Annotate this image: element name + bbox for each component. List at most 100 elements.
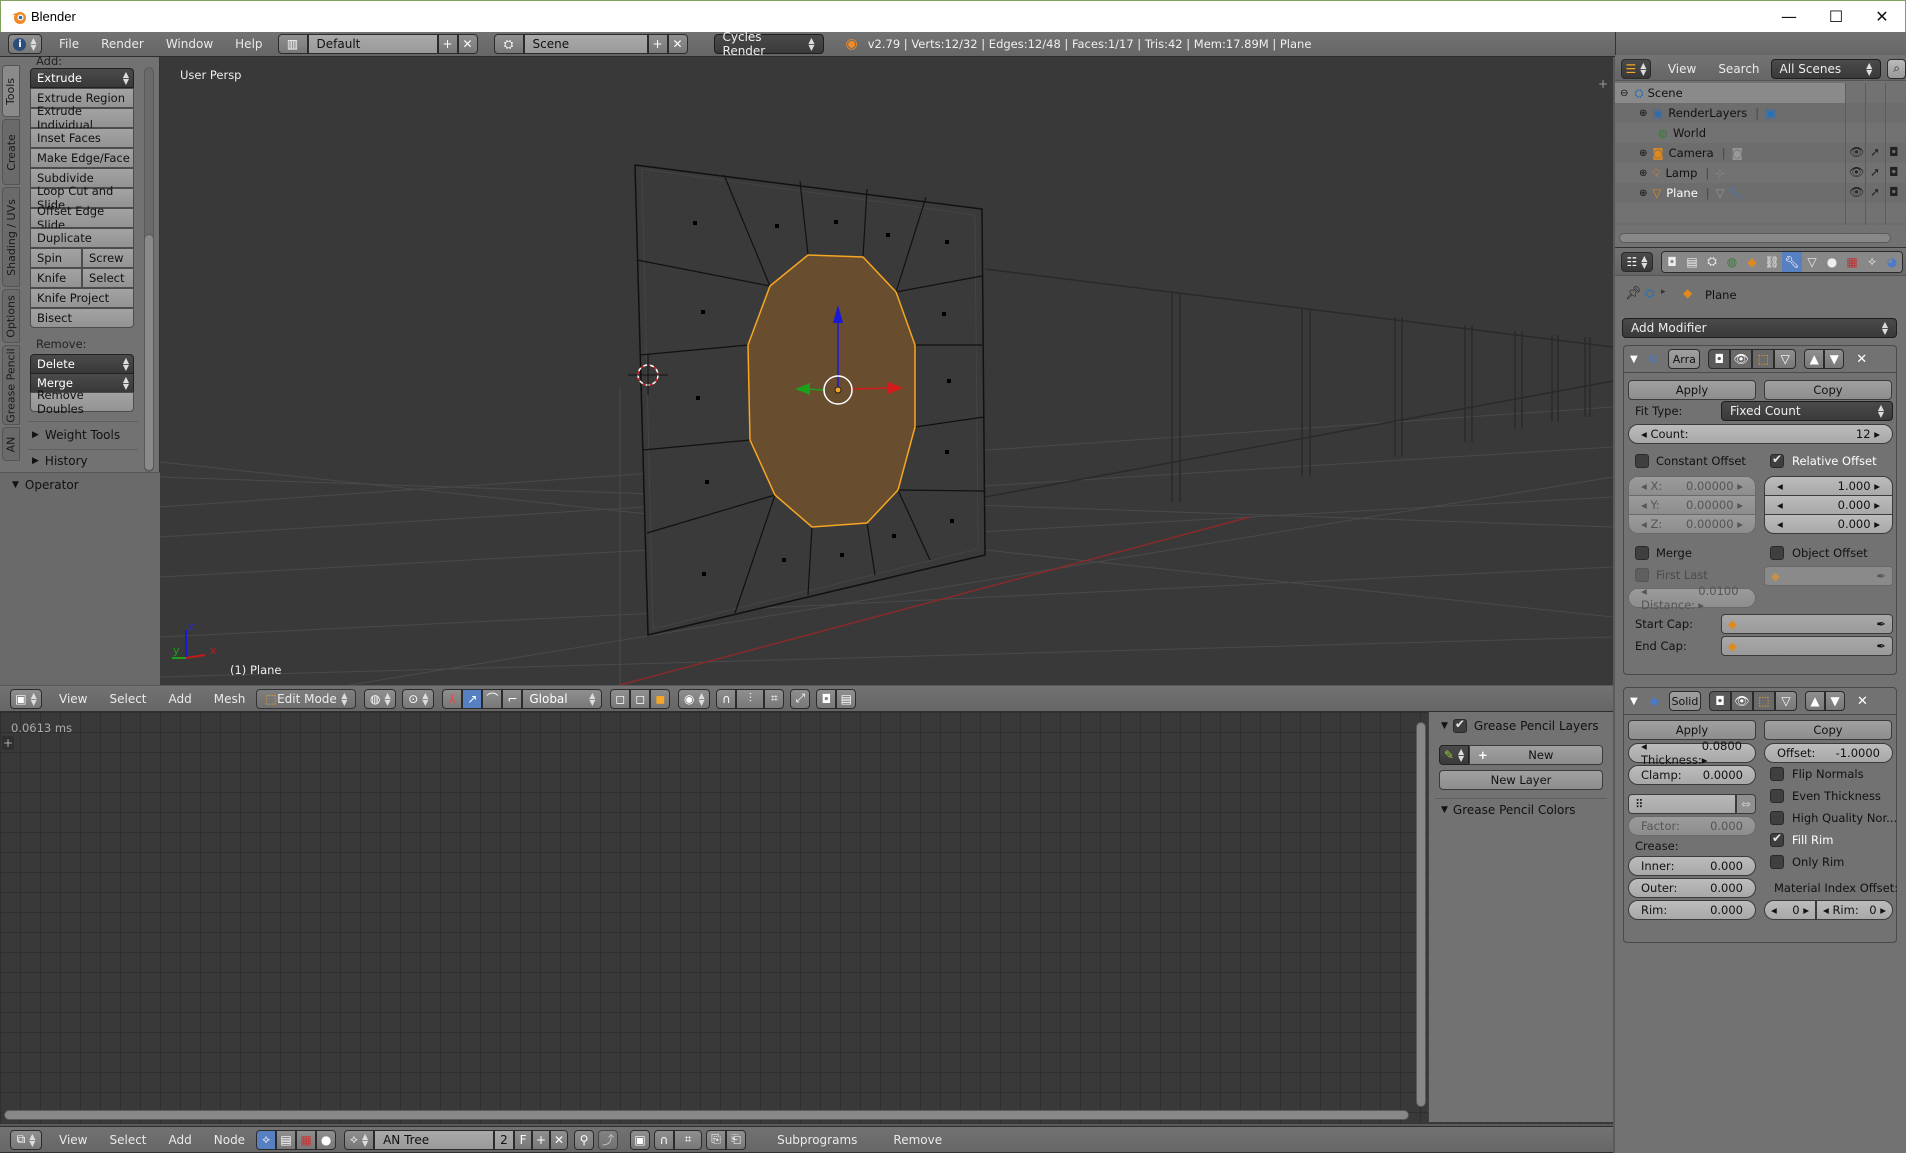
menu-file[interactable]: File — [48, 37, 90, 51]
minimize-button[interactable]: — — [1766, 1, 1812, 31]
extrude-individual-button[interactable]: Extrude Individual — [30, 104, 134, 132]
menu-window[interactable]: Window — [155, 37, 224, 51]
editmode-toggle-icon[interactable]: ⬚ — [1752, 349, 1775, 369]
constraints-tab-icon[interactable]: ⛓︎ — [1762, 251, 1782, 272]
menu-view[interactable]: View — [48, 692, 98, 706]
outliner-item-camera[interactable]: ⊕ ◙ Camera | ◙ — [1615, 143, 1845, 163]
menu-select[interactable]: Select — [98, 692, 157, 706]
even-thickness-checkbox[interactable] — [1770, 789, 1784, 803]
array-copy-button[interactable]: Copy — [1764, 380, 1892, 400]
menu-select[interactable]: Select — [98, 1133, 157, 1147]
render-animation-button[interactable]: ▤ — [836, 688, 857, 709]
relative-offset-x-field[interactable]: ◂ 1.000 ▸ — [1764, 476, 1893, 496]
relative-offset-checkbox[interactable] — [1770, 452, 1784, 468]
proportional-edit-dropdown[interactable]: ◉ ▲ ▼ — [678, 688, 711, 709]
relative-offset-z-field[interactable]: ◂ 0.000 ▸ — [1764, 514, 1893, 534]
fake-user-button[interactable]: F — [514, 1129, 533, 1150]
screw-button[interactable]: Screw — [82, 248, 134, 268]
viewport-shading-dropdown[interactable]: ◍ ▲ ▼ — [364, 688, 397, 709]
scene-tab-icon[interactable]: ⛭ — [1702, 251, 1722, 272]
render-toggle-icon[interactable]: ◘ — [1708, 691, 1731, 711]
manipulator-toggle[interactable]: ⅄ — [442, 688, 463, 709]
render-tab-icon[interactable]: ◘ — [1662, 251, 1682, 272]
viewport-toggle-eye-icon[interactable]: 👁︎ — [1730, 349, 1753, 369]
viewport-toggle-eye-icon[interactable]: 👁︎ — [1730, 691, 1753, 711]
outliner-item-plane[interactable]: ⊕ ▽ Plane | ▽ 🔧︎ — [1615, 183, 1845, 203]
lamp-visibility-eye-icon[interactable]: 👁︎ — [1849, 165, 1864, 179]
tool-shelf-scrollbar[interactable] — [144, 234, 154, 471]
move-down-icon[interactable]: ▼ — [1824, 349, 1845, 369]
array-apply-button[interactable]: Apply — [1628, 380, 1756, 400]
clamp-field[interactable]: Clamp: 0.0000 — [1628, 765, 1756, 785]
outliner-menu-search[interactable]: Search — [1707, 62, 1770, 76]
snap-element-dropdown[interactable]: ⫶ — [736, 688, 765, 709]
scene-field[interactable]: Scene — [523, 34, 648, 54]
properties-toggle-icon[interactable]: + — [1598, 77, 1608, 91]
add-screen-button[interactable]: + — [437, 34, 458, 54]
expand-icon[interactable]: ⊕ — [1639, 148, 1647, 159]
make-edge-face-button[interactable]: Make Edge/Face — [30, 148, 134, 168]
tree-type-shader[interactable]: ● — [316, 1129, 337, 1150]
fill-rim-checkbox[interactable] — [1770, 831, 1784, 847]
vertex-group-field[interactable]: ⠿ — [1628, 794, 1736, 814]
factor-field[interactable]: Factor: 0.000 — [1628, 816, 1756, 836]
rotate-manipulator-button[interactable]: ⌒ — [482, 688, 503, 709]
crease-rim-field[interactable]: Rim: 0.000 — [1628, 900, 1756, 920]
remove-modifier-icon[interactable]: ✕ — [1856, 352, 1867, 367]
maximize-button[interactable]: ☐ — [1813, 1, 1859, 31]
translate-manipulator-button[interactable]: ↗ — [462, 688, 483, 709]
collapse-arrow-icon[interactable]: ▼ — [1630, 354, 1638, 365]
viewport-scene[interactable]: z y x User Persp (1) Plane + — [0, 57, 1613, 685]
extrude-dropdown[interactable]: Extrude ▲ ▼ — [30, 68, 134, 88]
paste-nodes-button[interactable]: ⎗ — [726, 1129, 747, 1150]
menu-mesh[interactable]: Mesh — [203, 692, 257, 706]
scene-icon-button[interactable]: ⛭ — [493, 34, 524, 54]
new-grease-pencil-button[interactable]: + New — [1469, 745, 1603, 765]
remove-doubles-button[interactable]: Remove Doubles — [30, 388, 134, 416]
menu-node[interactable]: Node — [203, 1133, 256, 1147]
remove-modifier-icon[interactable]: ✕ — [1857, 694, 1868, 709]
knife-project-button[interactable]: Knife Project — [30, 288, 134, 308]
editor-type-properties-button[interactable]: ☷ ▲ ▼ — [1621, 251, 1653, 272]
move-down-icon[interactable]: ▼ — [1824, 691, 1845, 711]
toolbar-toggle-icon[interactable]: + — [2, 736, 14, 750]
grease-pencil-colors-header[interactable]: ▼ Grease Pencil Colors — [1441, 803, 1576, 817]
only-rim-checkbox[interactable] — [1770, 855, 1784, 869]
expand-icon[interactable]: ⊕ — [1639, 168, 1647, 179]
cage-toggle-icon[interactable]: ▽ — [1774, 691, 1797, 711]
material-index-offset-field[interactable]: ◂ 0 ▸ — [1764, 900, 1816, 920]
collapse-arrow-icon[interactable]: ▼ — [1630, 696, 1638, 707]
camera-render-icon[interactable]: ◘ — [1889, 145, 1899, 159]
render-toggle-icon[interactable]: ◘ — [1708, 349, 1731, 369]
node-editor-horizontal-scrollbar[interactable] — [4, 1110, 1409, 1120]
eyedropper-icon[interactable]: ✒ — [1876, 617, 1886, 631]
tab-grease-pencil[interactable]: Grease Pencil — [2, 345, 20, 425]
material-tab-icon[interactable]: ● — [1822, 251, 1842, 272]
new-node-tree-button[interactable]: + — [532, 1129, 551, 1150]
merge-checkbox[interactable] — [1635, 546, 1649, 560]
snap-toggle[interactable]: ∩ — [716, 688, 737, 709]
camera-select-cursor-icon[interactable]: ➚ — [1870, 145, 1880, 159]
render-engine-dropdown[interactable]: Cycles Render ▲ ▼ — [713, 30, 824, 58]
thickness-field[interactable]: ◂ Thickness: 0.0800 ▸ — [1628, 739, 1756, 767]
delete-dropdown[interactable]: Delete ▲ ▼ — [30, 354, 134, 374]
render-image-button[interactable]: ◘ — [816, 688, 837, 709]
plane-select-cursor-icon[interactable]: ➚ — [1870, 185, 1880, 199]
scale-manipulator-button[interactable]: ⌐ — [502, 688, 523, 709]
add-modifier-dropdown[interactable]: Add Modifier ▲ ▼ — [1622, 318, 1897, 338]
solidify-copy-button[interactable]: Copy — [1764, 720, 1892, 740]
solidify-apply-button[interactable]: Apply — [1628, 720, 1756, 740]
mode-dropdown[interactable]: ⬚ Edit Mode ▲ ▼ — [256, 688, 357, 709]
crease-outer-field[interactable]: Outer: 0.000 — [1628, 878, 1756, 898]
node-snap-element-dropdown[interactable]: ⌗ — [674, 1129, 703, 1150]
face-select-button[interactable]: ◼ — [650, 688, 671, 709]
tab-an[interactable]: AN — [2, 427, 20, 461]
node-editor-vertical-scrollbar[interactable] — [1416, 722, 1426, 1107]
flip-normals-checkbox[interactable] — [1770, 767, 1784, 781]
grease-pencil-datablock-dropdown[interactable]: ✎ ▲ ▼ — [1439, 745, 1469, 765]
expand-icon[interactable]: ⊕ — [1639, 188, 1647, 199]
duplicate-button[interactable]: Duplicate — [30, 228, 134, 248]
editor-type-outliner-button[interactable]: ☰ ▲ ▼ — [1621, 58, 1651, 79]
outliner-item-scene[interactable]: ⊖ ⛭ Scene — [1615, 83, 1845, 103]
move-up-icon[interactable]: ▲ — [1804, 349, 1825, 369]
